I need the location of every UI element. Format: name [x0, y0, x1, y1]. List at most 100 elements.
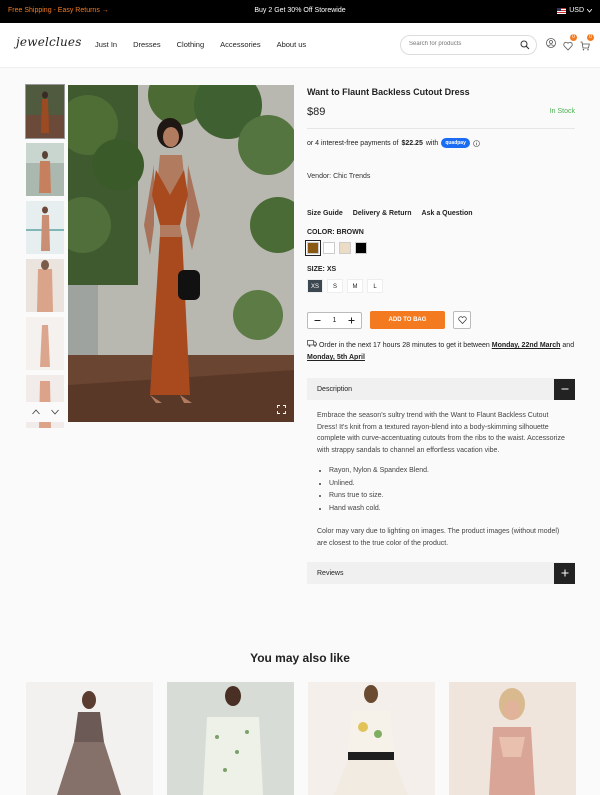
add-to-wishlist-button[interactable]: [453, 311, 471, 329]
main-product-image[interactable]: [68, 85, 294, 422]
cart-icon: [580, 41, 590, 51]
thumbnail-3[interactable]: [26, 201, 64, 254]
cart-button[interactable]: 0: [580, 34, 594, 56]
vendor-label: Vendor: Chic Trends: [307, 173, 371, 180]
size-xs[interactable]: XS: [307, 279, 323, 293]
ask-question-link[interactable]: Ask a Question: [422, 210, 473, 217]
product-info: Want to Flaunt Backless Cutout Dress $89…: [305, 85, 575, 584]
feature-item: Rayon, Nylon & Spandex Blend.: [329, 465, 565, 478]
related-products: [26, 682, 576, 795]
account-icon[interactable]: [546, 38, 556, 48]
thumbnail-5[interactable]: [26, 317, 64, 370]
related-product-card[interactable]: [167, 682, 294, 795]
reviews-title: Reviews: [317, 569, 344, 577]
delivery-date-start: Monday, 22nd March: [491, 342, 561, 349]
feature-list: Rayon, Nylon & Spandex Blend. Unlined. R…: [329, 465, 565, 515]
cart-count-badge: 0: [587, 34, 594, 41]
size-options: XS S M L: [307, 279, 575, 293]
size-guide-link[interactable]: Size Guide: [307, 210, 343, 217]
nav-dresses[interactable]: Dresses: [133, 40, 161, 49]
related-product-card[interactable]: [26, 682, 153, 795]
swatch-beige[interactable]: [339, 242, 351, 254]
wishlist-count-badge: 0: [570, 34, 577, 41]
thumbnail-nav: [26, 402, 64, 422]
wishlist-button[interactable]: 0: [563, 34, 577, 56]
installments-prefix: or 4 interest-free payments of: [307, 139, 399, 147]
stock-status: In Stock: [549, 108, 575, 115]
chevron-down-icon: [587, 8, 592, 13]
nav-about-us[interactable]: About us: [277, 40, 307, 49]
quantity-stepper: 1: [307, 311, 362, 329]
installments-amount: $22.25: [401, 139, 423, 147]
nav-clothing[interactable]: Clothing: [177, 40, 205, 49]
payment-provider-logo[interactable]: quadpay: [441, 138, 470, 148]
add-to-bag-button[interactable]: ADD TO BAG: [370, 311, 445, 329]
feature-item: Runs true to size.: [329, 490, 565, 503]
plus-icon: [561, 569, 568, 577]
chevron-down-icon[interactable]: [50, 409, 59, 415]
delivery-text: Order in the next 17 hours 28 minutes to…: [318, 342, 490, 349]
expand-button[interactable]: [554, 562, 575, 584]
heart-icon: [563, 41, 573, 51]
add-to-cart-row: 1 ADD TO BAG: [307, 311, 575, 329]
description-body: Embrace the season's sultry trend with t…: [307, 400, 575, 549]
product-price: $89: [307, 106, 326, 118]
delivery-and: and: [562, 342, 575, 349]
size-m[interactable]: M: [347, 279, 363, 293]
minus-icon[interactable]: [314, 317, 321, 324]
description-title: Description: [317, 385, 353, 393]
quantity-value[interactable]: 1: [333, 317, 337, 324]
size-s[interactable]: S: [327, 279, 343, 293]
related-product-card[interactable]: [308, 682, 435, 795]
thumbnail-4[interactable]: [26, 259, 64, 312]
minus-icon: [561, 388, 568, 390]
swatch-brown[interactable]: [305, 240, 321, 256]
delivery-estimate: Order in the next 17 hours 28 minutes to…: [307, 340, 575, 364]
color-swatches: [305, 240, 575, 256]
description-text: Embrace the season's sultry trend with t…: [317, 412, 565, 454]
product-title: Want to Flaunt Backless Cutout Dress: [307, 87, 470, 97]
color-note: Color may vary due to lighting on images…: [317, 528, 560, 547]
main-nav: Just In Dresses Clothing Accessories Abo…: [95, 40, 322, 49]
delivery-date-end: Monday, 5th April: [307, 354, 365, 361]
delivery-return-link[interactable]: Delivery & Return: [353, 210, 412, 217]
related-product-card[interactable]: [449, 682, 576, 795]
nav-just-in[interactable]: Just In: [95, 40, 117, 49]
announcement-bar: Free Shipping - Easy Returns → Buy 2 Get…: [0, 0, 600, 23]
currency-selector[interactable]: USD: [557, 7, 592, 14]
color-label: COLOR: BROWN: [307, 229, 364, 236]
swatch-white[interactable]: [323, 242, 335, 254]
product-page: Want to Flaunt Backless Cutout Dress $89…: [0, 68, 600, 795]
truck-icon: [307, 340, 317, 347]
reviews-accordion-header[interactable]: Reviews: [307, 562, 575, 584]
info-icon[interactable]: [473, 139, 480, 147]
search-input[interactable]: [409, 41, 519, 47]
size-l[interactable]: L: [367, 279, 383, 293]
collapse-button[interactable]: [554, 378, 575, 400]
thumbnail-2[interactable]: [26, 143, 64, 196]
search-box: [400, 35, 537, 55]
chevron-up-icon[interactable]: [31, 409, 40, 415]
thumbnail-list: [25, 84, 65, 433]
feature-item: Unlined.: [329, 478, 565, 491]
product-links: Size Guide Delivery & Return Ask a Quest…: [307, 210, 575, 217]
description-accordion-header[interactable]: Description: [307, 378, 575, 400]
size-label: SIZE: XS: [307, 266, 337, 273]
swatch-black[interactable]: [355, 242, 367, 254]
heart-icon: [457, 316, 467, 324]
thumbnail-1[interactable]: [25, 84, 65, 139]
nav-accessories[interactable]: Accessories: [220, 40, 260, 49]
installments-info: or 4 interest-free payments of $22.25 wi…: [307, 138, 575, 148]
site-header: jewelclues Just In Dresses Clothing Acce…: [0, 23, 600, 68]
us-flag-icon: [557, 7, 567, 14]
search-icon[interactable]: [520, 40, 530, 50]
expand-icon[interactable]: [277, 405, 286, 414]
plus-icon[interactable]: [348, 317, 355, 324]
storewide-promo: Buy 2 Get 30% Off Storewide: [254, 7, 346, 14]
brand-logo[interactable]: jewelclues: [16, 35, 82, 49]
currency-label: USD: [569, 7, 584, 14]
feature-item: Hand wash cold.: [329, 503, 565, 516]
installments-with: with: [425, 139, 439, 147]
divider: [307, 128, 575, 129]
related-section-title: You may also like: [250, 651, 350, 665]
